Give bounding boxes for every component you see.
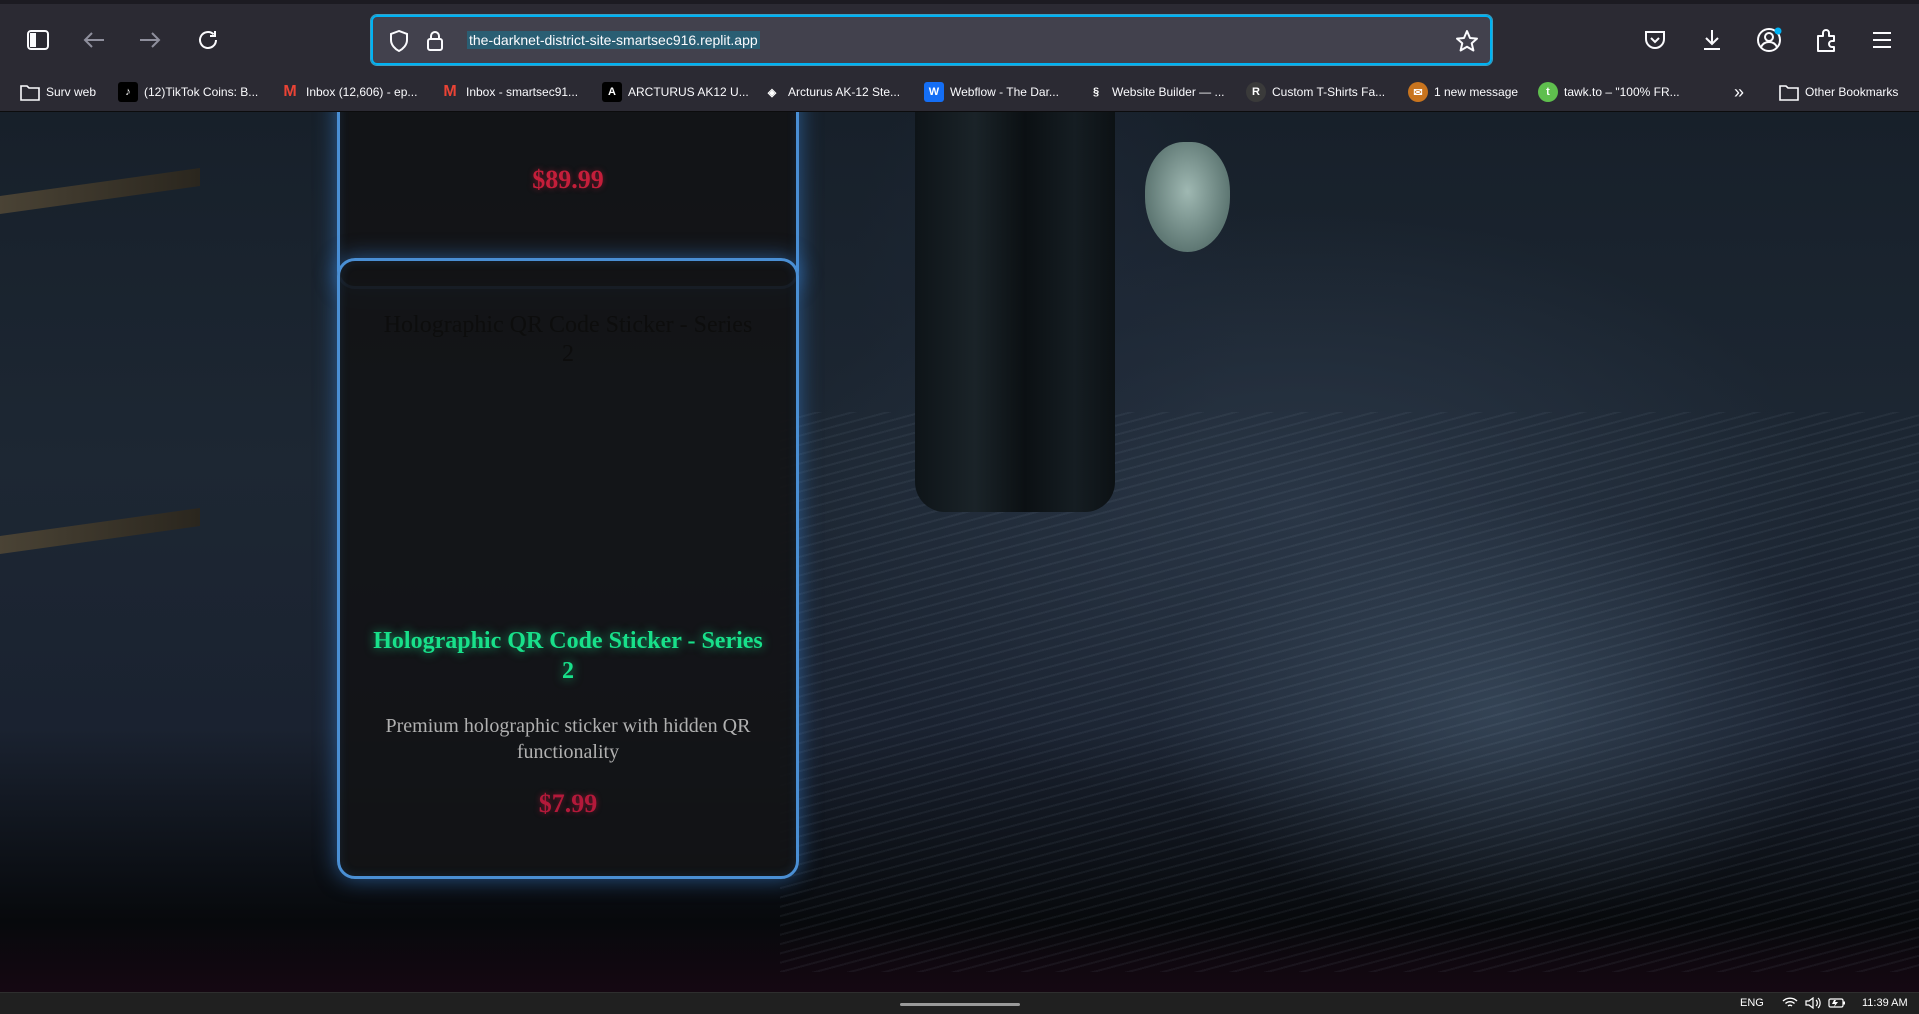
- volume-icon[interactable]: [1805, 997, 1821, 1009]
- bookmark-label: Website Builder — ...: [1112, 85, 1225, 99]
- taskbar-handle[interactable]: [900, 1003, 1020, 1006]
- bookmarks-bar: Surv web ♪ (12)TikTok Coins: B... M Inbo…: [0, 72, 1919, 112]
- url-bar[interactable]: the-darknet-district-site-smartsec916.re…: [370, 14, 1493, 66]
- url-text[interactable]: the-darknet-district-site-smartsec916.re…: [467, 31, 760, 49]
- message-icon: ✉: [1408, 82, 1428, 102]
- background-hand: [1145, 142, 1230, 252]
- page-viewport[interactable]: $89.99 Holographic QR Code Sticker - Ser…: [0, 112, 1919, 992]
- forward-arrow-icon[interactable]: [132, 22, 168, 58]
- product-price: $7.99: [538, 789, 598, 818]
- webflow-icon: W: [924, 82, 944, 102]
- folder-icon: [1779, 82, 1799, 102]
- taskbar: ENG 11:39 AM: [0, 992, 1919, 1014]
- product-card[interactable]: Holographic QR Code Sticker - Series 2 H…: [337, 258, 799, 879]
- menu-icon[interactable]: [1864, 22, 1900, 58]
- bookmark-label: Webflow - The Dar...: [950, 85, 1059, 99]
- lock-icon[interactable]: [421, 27, 449, 55]
- bookmark-label: Surv web: [46, 85, 97, 99]
- other-bookmarks[interactable]: Other Bookmarks: [1779, 80, 1898, 104]
- product-description: Premium holographic sticker with hidden …: [385, 715, 751, 763]
- star-icon[interactable]: [1453, 27, 1481, 55]
- product-title: Holographic QR Code Sticker - Series 2: [373, 628, 763, 684]
- account-icon[interactable]: [1751, 22, 1787, 58]
- chevrons-right-icon[interactable]: »: [1734, 80, 1744, 104]
- tiktok-icon: ♪: [118, 82, 138, 102]
- battery-icon[interactable]: [1828, 997, 1846, 1009]
- download-icon[interactable]: [1694, 22, 1730, 58]
- extensions-icon[interactable]: [1808, 22, 1844, 58]
- background-figure: [915, 112, 1115, 512]
- bookmark-item[interactable]: A ARCTURUS AK12 U...: [602, 80, 749, 104]
- bookmark-item[interactable]: M Inbox - smartsec91...: [440, 80, 578, 104]
- bookmark-label: Inbox - smartsec91...: [466, 85, 579, 99]
- language-indicator[interactable]: ENG: [1740, 997, 1764, 1009]
- shield-icon[interactable]: [385, 27, 413, 55]
- back-arrow-icon[interactable]: [76, 22, 112, 58]
- bookmark-item[interactable]: ◈ Arcturus AK-12 Ste...: [762, 80, 900, 104]
- arcturus-logo-icon: ◈: [767, 86, 777, 99]
- bookmark-item[interactable]: Surv web: [20, 80, 96, 104]
- bookmark-item[interactable]: ♪ (12)TikTok Coins: B...: [118, 80, 258, 104]
- bookmark-item[interactable]: R Custom T-Shirts Fa...: [1246, 80, 1385, 104]
- bookmark-label: Custom T-Shirts Fa...: [1272, 85, 1386, 99]
- reload-icon[interactable]: [190, 22, 226, 58]
- bookmark-label: ARCTURUS AK12 U...: [628, 85, 749, 99]
- r-logo-icon: R: [1246, 82, 1266, 102]
- folder-icon: [20, 82, 40, 102]
- browser-toolbar: the-darknet-district-site-smartsec916.re…: [0, 0, 1919, 72]
- clock[interactable]: 11:39 AM: [1862, 997, 1908, 1009]
- product-price: $89.99: [532, 165, 604, 194]
- squarespace-icon: §: [1092, 86, 1100, 98]
- bookmark-label: 1 new message: [1434, 85, 1519, 99]
- other-bookmarks-label: Other Bookmarks: [1805, 85, 1899, 99]
- bookmark-item[interactable]: M Inbox (12,606) - ep...: [280, 80, 417, 104]
- bookmark-label: Inbox (12,606) - ep...: [306, 85, 418, 99]
- bookmark-item[interactable]: § Website Builder — ...: [1086, 80, 1225, 104]
- bookmark-label: Arcturus AK-12 Ste...: [788, 85, 901, 99]
- product-image-alt: Holographic QR Code Sticker - Series 2: [383, 312, 753, 367]
- gmail-icon: M: [283, 83, 297, 100]
- bookmark-label: (12)TikTok Coins: B...: [144, 85, 259, 99]
- gmail-icon: M: [443, 83, 457, 100]
- pocket-icon[interactable]: [1637, 22, 1673, 58]
- bookmark-item[interactable]: W Webflow - The Dar...: [924, 80, 1059, 104]
- arcturus-icon: A: [602, 82, 622, 102]
- bookmark-item[interactable]: ✉ 1 new message: [1408, 80, 1518, 104]
- background-shelf: [0, 507, 200, 555]
- background-shelf: [0, 167, 200, 215]
- wifi-icon[interactable]: [1782, 997, 1798, 1009]
- bookmark-label: tawk.to – "100% FR...: [1564, 85, 1680, 99]
- bookmark-item[interactable]: t tawk.to – "100% FR...: [1538, 80, 1680, 104]
- tawk-icon: t: [1538, 82, 1558, 102]
- sidebar-icon[interactable]: [20, 22, 56, 58]
